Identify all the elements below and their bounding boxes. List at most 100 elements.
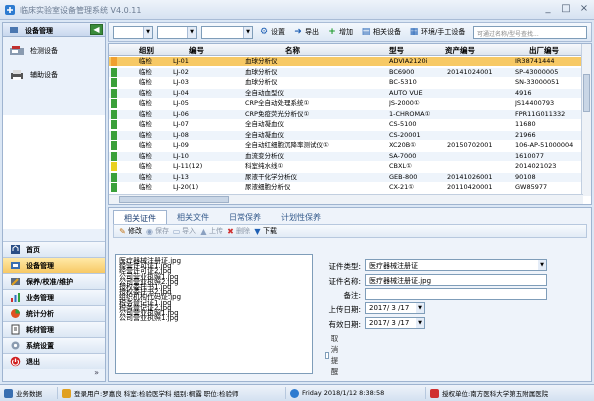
checkbox-box[interactable] [325, 351, 329, 359]
status-datetime: Friday 2018/1/12 8:38:58 [286, 387, 426, 399]
search-input[interactable]: 可通过名称/型号查找... [473, 25, 587, 39]
environment-devices-button[interactable]: ▦ 环境/手工设备 [407, 25, 467, 39]
table-cell-name: 全自动红细胞沉降率测试仪① [245, 141, 329, 149]
table-cell-name: 全自动凝血仪 [245, 130, 284, 139]
related-devices-button[interactable]: ▤ 相关设备 [359, 25, 403, 39]
table-cell-factory: SN-33000051 [515, 78, 560, 86]
instrument-icon [10, 46, 24, 55]
save-icon: ◉ [146, 226, 153, 236]
table-cell-name: 全自动血型仪 [245, 88, 284, 97]
minimize-button[interactable]: _ [542, 3, 554, 15]
status-text: Friday 2018/1/12 8:38:58 [302, 389, 385, 397]
statistics-icon [9, 308, 21, 320]
settings-button[interactable]: ⚙ 设置 [257, 25, 287, 39]
col-header-name[interactable]: 名称 [285, 45, 300, 56]
col-header-group[interactable]: 组别 [139, 45, 154, 56]
table-cell-num: LJ-02 [173, 67, 189, 76]
upload-date-label: 上传日期: [328, 305, 361, 314]
cancel-remind-checkbox[interactable]: 取消提醒 [325, 333, 342, 377]
nav-statistics[interactable]: 统计分析 [3, 305, 105, 321]
export-icon: ➜ [294, 27, 302, 37]
table-cell-factory: 4916 [515, 88, 532, 97]
certificate-file-list[interactable]: 医疗器械注册证.jpg 经营许可证1.jpg 经营许可证2.jpg 公司营业执照1.j… [115, 254, 313, 374]
upload-button[interactable]: ▲ 上传 [199, 226, 223, 236]
nav-consumables[interactable]: 耗材管理 [3, 321, 105, 337]
status-marker [111, 109, 117, 119]
table-row[interactable]: 临检 LJ-04 全自动血型仪 AUTO VUE 4916 [109, 88, 583, 98]
close-button[interactable]: × [578, 3, 590, 15]
nav-maintenance[interactable]: 保养/校准/维护 [3, 273, 105, 289]
device-category-auxiliary[interactable]: 辅助设备 [9, 69, 58, 81]
table-cell-model: GEB-800 [389, 172, 418, 181]
save-button[interactable]: ◉ 保存 [145, 226, 169, 236]
cert-type-label: 证件类型: [328, 262, 361, 271]
scroll-thumb[interactable] [119, 196, 229, 203]
table-row[interactable]: 临检 LJ-02 血球分析仪 BC6900 20141024001 SP-43000005 [109, 67, 583, 77]
nav-settings[interactable]: 系统设置 [3, 337, 105, 353]
download-button[interactable]: ▼ 下载 [253, 226, 277, 236]
scroll-thumb[interactable] [583, 74, 590, 112]
table-row[interactable]: 临检 LJ-07 全自动凝血仪 CS-5100 11680 [109, 120, 583, 129]
table-cell-factory: FPR11G011332 [515, 109, 566, 118]
table-row[interactable]: 临检 LJ-10 血流变分析仪 SA-7000 1610077 [109, 151, 583, 161]
table-row[interactable]: 临检 LJ-05 CRP全自动处理系统① JS-2000① JS14400793 [109, 99, 583, 108]
filter-combo-2[interactable]: ▼ [157, 25, 197, 39]
table-horizontal-scrollbar[interactable] [109, 194, 583, 204]
nav-home[interactable]: 首页 [3, 241, 105, 257]
table-row[interactable]: 临检 LJ-11(12) 科室纯水线① CBXL① 2014021023 [109, 162, 583, 171]
status-marker [111, 141, 117, 150]
certificate-file-item[interactable]: 公司营业执照1.jpg [119, 315, 179, 322]
nav-business[interactable]: 业务管理 [3, 289, 105, 305]
col-header-factory[interactable]: 出厂编号 [529, 45, 559, 56]
table-cell-model: SA-7000 [389, 151, 417, 160]
table-vertical-scrollbar[interactable] [581, 44, 591, 196]
device-category-testing[interactable]: 检测设备 [9, 45, 58, 57]
col-header-number[interactable]: 编号 [189, 45, 204, 56]
col-header-asset[interactable]: 资产编号 [445, 45, 475, 56]
nav-exit[interactable]: 退出 [3, 353, 105, 369]
filter-combo-1[interactable]: ▼ [113, 25, 153, 39]
import-icon: ▭ [172, 226, 181, 236]
status-marker [111, 130, 117, 140]
cert-type-select[interactable]: 医疗器械注册证 ▼ [365, 259, 547, 271]
maximize-button[interactable]: □ [560, 3, 572, 15]
nav-device-management[interactable]: 设备管理 [3, 257, 105, 273]
main-nav: 首页 设备管理 保养/校准/维护 业务管理 统计分析 耗材管理 系统设置 退出 [3, 241, 105, 369]
status-marker [111, 99, 117, 108]
table-cell-factory: SP-43000005 [515, 67, 559, 76]
table-row[interactable]: 临检 LJ-13 尿液干化学分析仪 GEB-800 20141026001 90108 [109, 172, 583, 182]
add-button[interactable]: + 增加 [325, 25, 355, 39]
chevron-down-icon: ▼ [416, 318, 424, 328]
table-row[interactable]: 临检 LJ-09 全自动红细胞沉降率测试仪① XC20B① 20150702001 106… [109, 141, 583, 150]
edit-button[interactable]: ✎ 修改 [118, 226, 142, 236]
table-cell-num: LJ-05 [173, 99, 189, 107]
remark-field[interactable] [365, 288, 547, 300]
valid-date-picker[interactable]: 2017/ 3 /17 ▼ [365, 317, 425, 329]
nav-label: 业务管理 [26, 293, 54, 302]
table-row[interactable]: 临检 LJ-06 CRP免疫荧光分析仪① 1-CHROMA① FPR11G011332 [109, 109, 583, 119]
expand-nav-button[interactable]: » [3, 368, 105, 382]
table-row[interactable]: 临检 LJ-08 全自动凝血仪 CS-20001 21966 [109, 130, 583, 140]
related-devices-icon: ▤ [361, 27, 371, 37]
import-button[interactable]: ▭ 导入 [172, 226, 196, 236]
table-cell-factory: 2014021023 [515, 162, 557, 170]
delete-button[interactable]: ✖ 删除 [226, 226, 250, 236]
export-button[interactable]: ➜ 导出 [291, 25, 321, 39]
button-label: 保存 [155, 227, 169, 235]
table-row[interactable]: 临检 LJ-20(1) 尿液细胞分析仪 CX-21① 20110420001 GW8597… [109, 183, 583, 192]
table-cell-name: 尿液干化学分析仪 [245, 172, 297, 181]
gear-icon: ⚙ [259, 27, 269, 37]
cert-name-field[interactable]: 医疗器械注册证.jpg [365, 274, 547, 286]
upload-date-picker[interactable]: 2017/ 3 /17 ▼ [365, 302, 425, 314]
collapse-panel-button[interactable]: ◀ [90, 24, 103, 35]
nav-label: 系统设置 [26, 341, 54, 350]
table-row[interactable]: 临检 LJ-01 血球分析仪 ADVIA2120i IR38741444 [109, 57, 583, 66]
table-row[interactable]: 临检 LJ-03 血球分析仪 BC-5310 SN-33000051 [109, 78, 583, 87]
filter-combo-3[interactable]: ▼ [201, 25, 253, 39]
status-marker [111, 162, 117, 171]
database-icon [4, 388, 13, 398]
download-icon: ▼ [254, 226, 261, 236]
col-header-model[interactable]: 型号 [389, 45, 404, 56]
settings-icon [9, 340, 21, 352]
table-cell-name: 血球分析仪 [245, 67, 278, 76]
